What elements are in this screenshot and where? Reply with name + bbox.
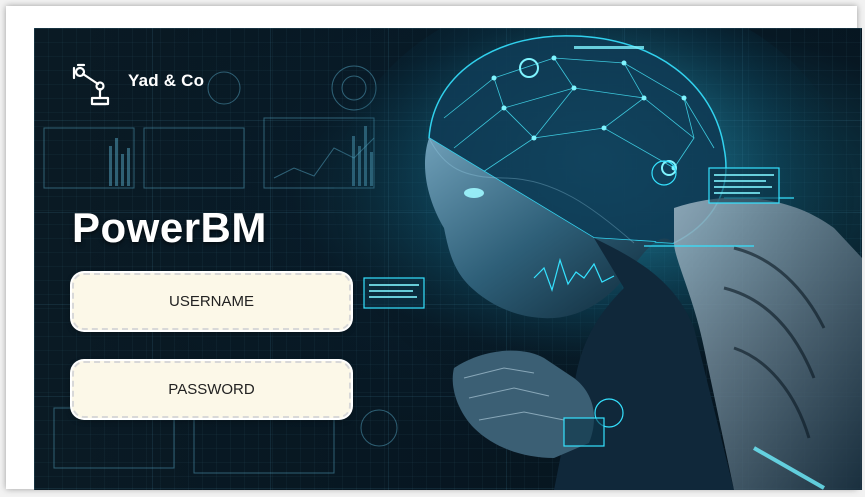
app-title: PowerBM <box>72 204 267 251</box>
window-frame: Yad & Co PowerBM <box>6 6 862 490</box>
username-input[interactable] <box>74 274 349 329</box>
robot-arm-icon <box>72 63 110 106</box>
password-input[interactable] <box>74 362 349 417</box>
username-field-container <box>72 273 351 330</box>
password-field-container <box>72 361 351 418</box>
login-screen: Yad & Co PowerBM <box>34 28 862 490</box>
brand-name: Yad & Co <box>128 71 205 90</box>
brand-logo: Yad & Co <box>70 62 204 108</box>
